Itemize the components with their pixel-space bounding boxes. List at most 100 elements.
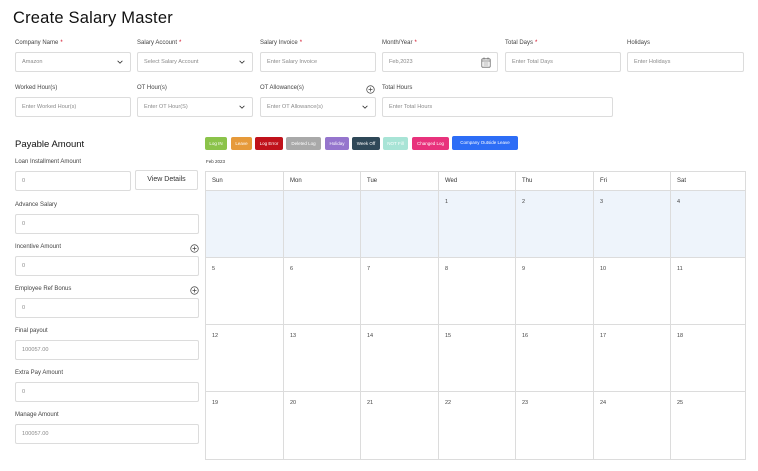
calendar-icon[interactable]	[481, 57, 491, 68]
calendar-day-cell[interactable]: 13	[284, 325, 361, 391]
required-marker: *	[535, 40, 538, 46]
calendar-day-cell[interactable]: 17	[594, 325, 671, 391]
extra-pay-value: 0	[22, 389, 26, 395]
calendar-day-cell[interactable]: 22	[439, 392, 516, 459]
legend-company-outside-leave: Company Outside Leave	[452, 136, 518, 150]
loan-installment-input[interactable]: 0	[15, 171, 131, 191]
add-ref-bonus-icon[interactable]	[190, 286, 199, 295]
month-year-picker[interactable]: Feb,2023	[382, 52, 498, 72]
calendar-day-cell[interactable]: 1	[439, 191, 516, 257]
day-header-sun: Sun	[206, 172, 284, 190]
calendar-day-cell[interactable]: 4	[671, 191, 745, 257]
legend-not-fill: NOT Fill	[383, 137, 408, 150]
page-title: Create Salary Master	[13, 9, 173, 27]
add-ot-allowance-icon[interactable]	[366, 85, 375, 94]
legend-log-in: Log IN	[205, 137, 227, 150]
company-name-label: Company Name	[15, 40, 59, 46]
holidays-input[interactable]: Enter Holidays	[627, 52, 744, 72]
employee-ref-bonus-input[interactable]: 0	[15, 298, 199, 318]
calendar-day-cell[interactable]: 7	[361, 258, 439, 324]
payable-amount-title: Payable Amount	[15, 139, 85, 150]
ot-hours-field: OT Hour(s) Enter OT Hour(S)	[137, 84, 253, 117]
ot-allowance-field: OT Allowance(s) Enter OT Allowance(s)	[260, 84, 376, 117]
calendar-header: Sun Mon Tue Wed Thu Fri Sat	[206, 172, 745, 191]
calendar-day-cell[interactable]: 19	[206, 392, 284, 459]
ot-allowance-select[interactable]: Enter OT Allowance(s)	[260, 97, 376, 117]
calendar-day-cell[interactable]: 18	[671, 325, 745, 391]
calendar-day-cell[interactable]: 2	[516, 191, 594, 257]
view-details-button[interactable]: View Details	[135, 170, 198, 190]
month-year-field: Month/Year * Feb,2023	[382, 39, 498, 72]
incentive-amount-value: 0	[22, 263, 26, 269]
calendar-week: 5 6 7 8 9 10 11	[206, 258, 745, 325]
total-days-input[interactable]: Enter Total Days	[505, 52, 621, 72]
holidays-field: Holidays Enter Holidays	[627, 39, 744, 72]
calendar-week: 12 13 14 15 16 17 18	[206, 325, 745, 392]
salary-invoice-label: Salary Invoice	[260, 40, 298, 46]
chevron-down-icon	[362, 105, 368, 109]
calendar-week: 1 2 3 4	[206, 191, 745, 258]
required-marker: *	[414, 40, 417, 46]
incentive-amount-field: Incentive Amount 0	[15, 243, 199, 276]
total-hours-placeholder: Enter Total Hours	[389, 104, 433, 110]
day-header-thu: Thu	[516, 172, 594, 190]
calendar-day-cell[interactable]: 6	[284, 258, 361, 324]
calendar-day-cell[interactable]: 11	[671, 258, 745, 324]
day-header-fri: Fri	[594, 172, 671, 190]
total-days-label: Total Days	[505, 40, 534, 46]
total-days-placeholder: Enter Total Days	[512, 59, 553, 65]
worked-hours-field: Worked Hour(s) Enter Worked Hour(s)	[15, 84, 131, 117]
salary-invoice-input[interactable]: Enter Salary Invoice	[260, 52, 376, 72]
calendar-day-cell[interactable]: 21	[361, 392, 439, 459]
extra-pay-label: Extra Pay Amount	[15, 370, 64, 376]
incentive-amount-label: Incentive Amount	[15, 244, 62, 250]
add-incentive-icon[interactable]	[190, 244, 199, 253]
calendar-day-cell[interactable]: 5	[206, 258, 284, 324]
salary-invoice-field: Salary Invoice * Enter Salary Invoice	[260, 39, 376, 72]
calendar-day-cell[interactable]: 23	[516, 392, 594, 459]
incentive-amount-input[interactable]: 0	[15, 256, 199, 276]
legend-log-error: Log Error	[255, 137, 283, 150]
total-hours-field: Total Hours Enter Total Hours	[382, 84, 613, 117]
calendar-day-cell[interactable]: 9	[516, 258, 594, 324]
salary-account-label: Salary Account	[137, 40, 178, 46]
calendar-day-cell[interactable]	[361, 191, 439, 257]
calendar-day-cell[interactable]: 16	[516, 325, 594, 391]
calendar-day-cell[interactable]: 24	[594, 392, 671, 459]
calendar-day-cell[interactable]: 8	[439, 258, 516, 324]
calendar-day-cell[interactable]: 20	[284, 392, 361, 459]
calendar-day-cell[interactable]	[284, 191, 361, 257]
total-hours-label: Total Hours	[382, 85, 413, 91]
worked-hours-input[interactable]: Enter Worked Hour(s)	[15, 97, 131, 117]
salary-account-field: Salary Account * Select Salary Account	[137, 39, 253, 72]
loan-installment-value: 0	[22, 178, 26, 184]
final-payout-label: Final payout	[15, 328, 48, 334]
day-header-wed: Wed	[439, 172, 516, 190]
final-payout-input[interactable]: 100057.00	[15, 340, 199, 360]
legend-changed-log: Changed Log	[412, 137, 449, 150]
calendar-day-cell[interactable]	[206, 191, 284, 257]
loan-installment-label: Loan Installment Amount	[15, 159, 82, 165]
salary-account-select[interactable]: Select Salary Account	[137, 52, 253, 72]
calendar-day-cell[interactable]: 25	[671, 392, 745, 459]
company-name-field: Company Name * Amazon	[15, 39, 131, 72]
calendar-month-label: Feb 2023	[206, 159, 226, 164]
extra-pay-input[interactable]: 0	[15, 382, 199, 402]
manage-amount-input[interactable]: 100057.00	[15, 424, 199, 444]
day-header-mon: Mon	[284, 172, 361, 190]
calendar-day-cell[interactable]: 3	[594, 191, 671, 257]
manage-amount-label: Manage Amount	[15, 412, 59, 418]
calendar-day-cell[interactable]: 14	[361, 325, 439, 391]
employee-ref-bonus-value: 0	[22, 305, 26, 311]
calendar-day-cell[interactable]: 12	[206, 325, 284, 391]
month-year-label: Month/Year	[382, 40, 413, 46]
advance-salary-value: 0	[22, 221, 26, 227]
day-header-tue: Tue	[361, 172, 439, 190]
company-name-select[interactable]: Amazon	[15, 52, 131, 72]
chevron-down-icon	[117, 60, 123, 64]
calendar-day-cell[interactable]: 15	[439, 325, 516, 391]
calendar-day-cell[interactable]: 10	[594, 258, 671, 324]
advance-salary-input[interactable]: 0	[15, 214, 199, 234]
ot-hours-select[interactable]: Enter OT Hour(S)	[137, 97, 253, 117]
total-hours-input[interactable]: Enter Total Hours	[382, 97, 613, 117]
